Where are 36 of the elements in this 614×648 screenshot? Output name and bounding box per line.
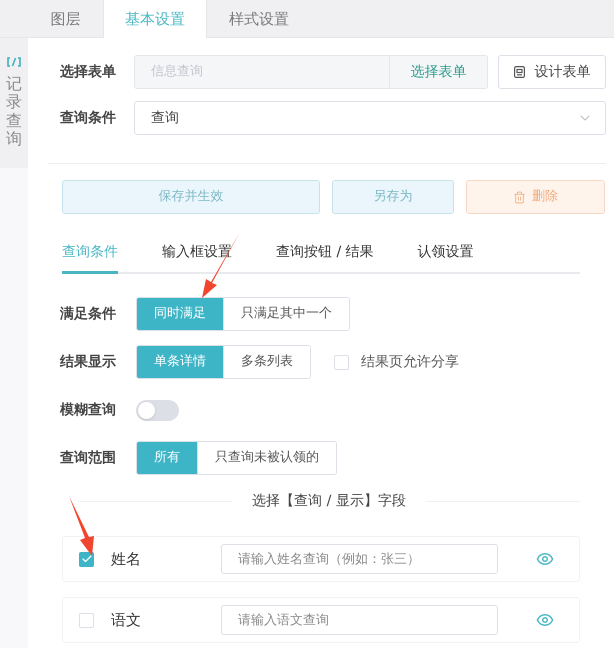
input-field[interactable]: 请输入姓名查询（例如：张三） [221,544,498,574]
setting-label: 查询范围 [60,448,117,468]
tab[interactable]: 样式设置 [207,0,311,38]
input-field[interactable]: 请输入语文查询 [221,605,498,635]
segment-option[interactable]: 只查询未被认领的 [197,442,336,474]
field-label: 查询条件 [60,108,117,128]
field-name: 语文 [111,610,142,631]
sub-tab[interactable]: 查询条件 [62,234,118,274]
side-title: 记录查询 [6,75,22,149]
setting-label: 结果显示 [60,352,117,372]
field-label: 选择表单 [60,62,117,82]
segment-option[interactable]: 同时满足 [137,298,223,330]
field-name: 姓名 [111,548,142,570]
tab[interactable]: 图层 [28,0,103,38]
action-button[interactable]: 另存为 [332,180,454,214]
segment-option[interactable]: 只满足其中一个 [223,298,349,330]
tab[interactable]: 基本设置 [103,0,207,38]
trash-icon [513,190,526,204]
eye-icon[interactable] [536,611,554,629]
action-button[interactable]: 保存并生效 [62,180,320,214]
sub-tab[interactable]: 查询按钮 / 结果 [276,234,374,274]
code-icon [7,57,21,67]
query-condition-select[interactable]: 查询 [134,101,606,135]
eye-icon[interactable] [536,550,554,568]
setting-label: 满足条件 [60,304,117,324]
segment-option[interactable]: 单条详情 [137,346,223,378]
toggle-switch[interactable] [136,400,179,420]
segment-option[interactable]: 所有 [137,442,197,474]
checkbox-label: 结果页允许分享 [361,352,459,372]
setting-label: 模糊查询 [60,400,117,420]
checkbox[interactable] [79,552,94,566]
section-title: 选择【查询 / 显示】字段 [252,492,406,511]
sub-tab[interactable]: 认领设置 [418,234,474,274]
document-icon [514,66,524,78]
check-icon [80,553,92,565]
segment-option[interactable]: 多条列表 [223,346,310,378]
